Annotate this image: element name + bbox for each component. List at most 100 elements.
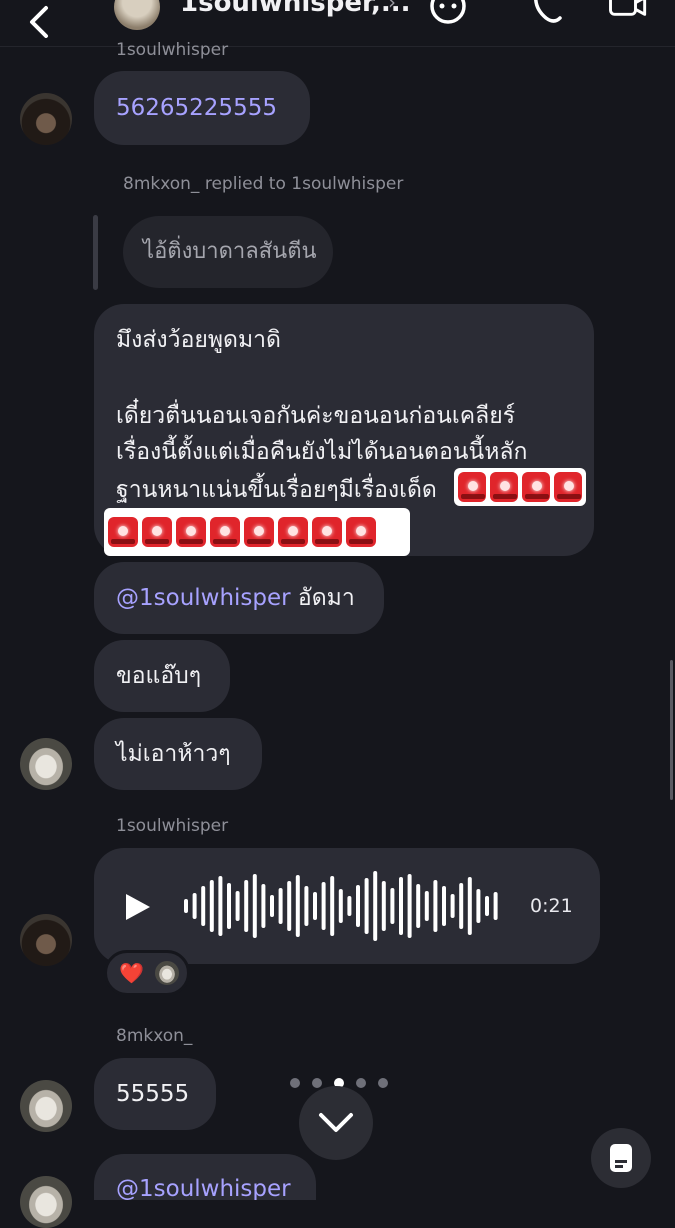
- rotating-light-emoji: [142, 517, 172, 547]
- quoted-message[interactable]: ไอ้ติ่งบาดาลสันตีน: [123, 216, 333, 288]
- waveform-bar: [270, 895, 274, 917]
- avatar[interactable]: [20, 93, 72, 145]
- message-text: ขอแอ๊บๆ: [116, 663, 202, 689]
- play-icon[interactable]: [122, 892, 152, 922]
- audio-waveform[interactable]: [180, 864, 500, 948]
- waveform-bar: [218, 876, 223, 936]
- sender-name: 1soulwhisper: [116, 40, 229, 60]
- waveform-bar: [338, 889, 343, 923]
- message-bubble[interactable]: @1soulwhisper อัดมา: [94, 562, 384, 634]
- message-line: มึงส่งว้อยพูดมาดิ: [116, 327, 281, 353]
- rotating-light-emoji: [278, 517, 308, 547]
- scrollbar[interactable]: [670, 660, 673, 800]
- reply-rail: [93, 215, 98, 290]
- sender-name: 8mkxon_: [116, 1026, 193, 1046]
- waveform-bar: [347, 896, 352, 916]
- chat-title[interactable]: 1soulwhisper,...: [180, 0, 411, 18]
- reaction-pill[interactable]: ❤️: [104, 950, 190, 996]
- reactor-avatar: [155, 961, 179, 985]
- emoji-row: [104, 508, 410, 556]
- waveform-bar: [321, 882, 326, 930]
- rotating-light-emoji: [210, 517, 240, 547]
- waveform-bar: [459, 883, 464, 929]
- waveform-bar: [278, 888, 283, 924]
- waveform-bar: [407, 874, 412, 938]
- waveform-bar: [442, 886, 446, 926]
- waveform-bar: [313, 892, 317, 920]
- waveform-bar: [209, 880, 214, 932]
- user-mention-link[interactable]: @1soulwhisper: [116, 1176, 291, 1200]
- rotating-light-emoji: [346, 517, 376, 547]
- waveform-bar: [399, 877, 403, 935]
- waveform-bar: [295, 875, 300, 937]
- waveform-bar: [476, 889, 481, 923]
- emoji-row: [454, 468, 586, 506]
- user-mention-link[interactable]: @1soulwhisper: [116, 585, 291, 611]
- pager-dot[interactable]: [356, 1078, 366, 1088]
- heart-reaction-icon: ❤️: [119, 961, 144, 985]
- sender-name: 1soulwhisper: [116, 816, 229, 836]
- title-chevron-icon[interactable]: ›: [388, 0, 396, 14]
- waveform-bar: [184, 899, 188, 913]
- waveform-bar: [450, 894, 455, 918]
- message-bubble[interactable]: 55555: [94, 1058, 216, 1130]
- chat-header: 1soulwhisper,... ›: [0, 0, 675, 47]
- message-bubble[interactable]: 56265225555: [94, 71, 310, 145]
- notes-button[interactable]: [591, 1128, 651, 1188]
- rotating-light-emoji: [108, 517, 138, 547]
- waveform-bar: [261, 884, 266, 928]
- message-line: เรื่องนี้ตั้งแต่เมื่อคืนยังไม่ได้นอนตอนน…: [116, 439, 528, 465]
- message-text: อัดมา: [290, 585, 355, 611]
- waveform-bar: [424, 891, 429, 921]
- scroll-to-bottom-button[interactable]: [299, 1086, 373, 1160]
- sticker-face-icon[interactable]: [428, 0, 468, 26]
- message-bubble[interactable]: ขอแอ๊บๆ: [94, 640, 230, 712]
- rotating-light-emoji: [312, 517, 342, 547]
- voice-message-bubble[interactable]: 0:21: [94, 848, 600, 964]
- back-chevron-icon[interactable]: [26, 4, 56, 38]
- rotating-light-emoji: [244, 517, 274, 547]
- pager-dot[interactable]: [290, 1078, 300, 1088]
- rotating-light-emoji: [458, 472, 486, 502]
- message-line: ฐานหนาแน่นขึ้นเรื่อยๆมีเรื่องเด็ด: [116, 477, 437, 503]
- waveform-bar: [467, 877, 472, 935]
- voice-duration: 0:21: [530, 895, 573, 917]
- waveform-bar: [485, 896, 489, 916]
- avatar[interactable]: [20, 738, 72, 790]
- chevron-down-icon: [319, 1113, 353, 1132]
- rotating-light-emoji: [176, 517, 206, 547]
- waveform-bar: [227, 883, 231, 929]
- waveform-bar: [433, 880, 438, 932]
- pager-dot[interactable]: [312, 1078, 322, 1088]
- note-icon: [610, 1144, 632, 1172]
- avatar[interactable]: [20, 1080, 72, 1132]
- waveform-bar: [381, 881, 386, 931]
- message-bubble[interactable]: ไม่เอาห้าวๆ: [94, 718, 262, 790]
- rotating-light-emoji: [522, 472, 550, 502]
- waveform-bar: [201, 886, 206, 926]
- phone-number-link[interactable]: 56265225555: [116, 95, 277, 121]
- waveform-bar: [287, 881, 292, 931]
- phone-call-icon[interactable]: [528, 0, 568, 26]
- waveform-bar: [416, 884, 421, 928]
- waveform-bar: [235, 891, 240, 921]
- waveform-bar: [252, 874, 257, 938]
- waveform-bar: [304, 886, 309, 926]
- waveform-bar: [192, 893, 197, 919]
- header-avatar[interactable]: [114, 0, 160, 30]
- pager-dot[interactable]: [378, 1078, 388, 1088]
- message-bubble[interactable]: @1soulwhisper: [94, 1154, 316, 1200]
- message-text: 55555: [116, 1081, 190, 1107]
- waveform-bar: [493, 892, 498, 920]
- video-call-icon[interactable]: [608, 0, 648, 26]
- waveform-bar: [373, 871, 378, 941]
- avatar[interactable]: [20, 1176, 72, 1228]
- waveform-bar: [364, 878, 369, 934]
- reply-meta: 8mkxon_ replied to 1soulwhisper: [123, 174, 404, 194]
- waveform-bar: [356, 885, 360, 927]
- rotating-light-emoji: [490, 472, 518, 502]
- avatar[interactable]: [20, 914, 72, 966]
- waveform-bar: [390, 888, 395, 924]
- message-line: เดี๋ยวตื่นนอนเจอกันค่ะขอนอนก่อนเคลียร์: [116, 403, 516, 429]
- rotating-light-emoji: [554, 472, 582, 502]
